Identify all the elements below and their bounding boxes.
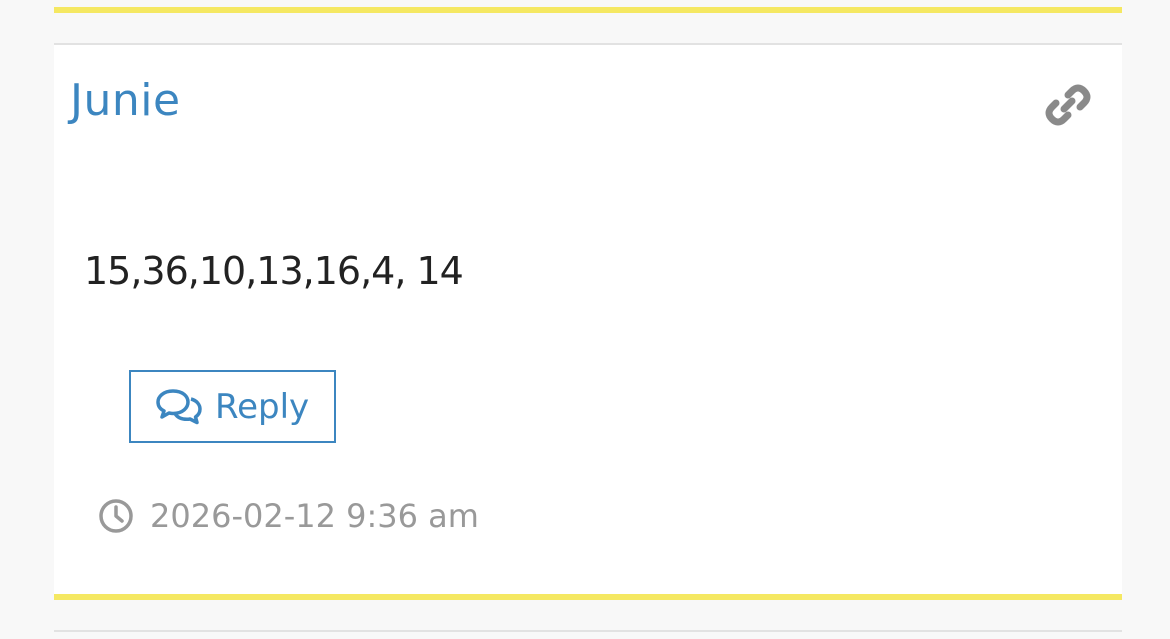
top-highlight-bar (54, 7, 1122, 13)
divider (54, 630, 1122, 632)
speech-bubbles-icon (155, 387, 203, 427)
clock-icon (98, 498, 134, 534)
reply-label: Reply (215, 386, 310, 427)
bottom-highlight-bar (54, 594, 1122, 600)
comment-card: Junie 15,36,10,13,16,4, 14 Reply 2026-02… (54, 45, 1122, 594)
comment-author[interactable]: Junie (70, 75, 181, 126)
timestamp-text: 2026-02-12 9:36 am (150, 497, 479, 535)
comment-timestamp: 2026-02-12 9:36 am (98, 497, 479, 535)
reply-button[interactable]: Reply (129, 370, 336, 443)
link-icon[interactable] (1044, 81, 1092, 129)
comment-text: 15,36,10,13,16,4, 14 (84, 249, 464, 293)
